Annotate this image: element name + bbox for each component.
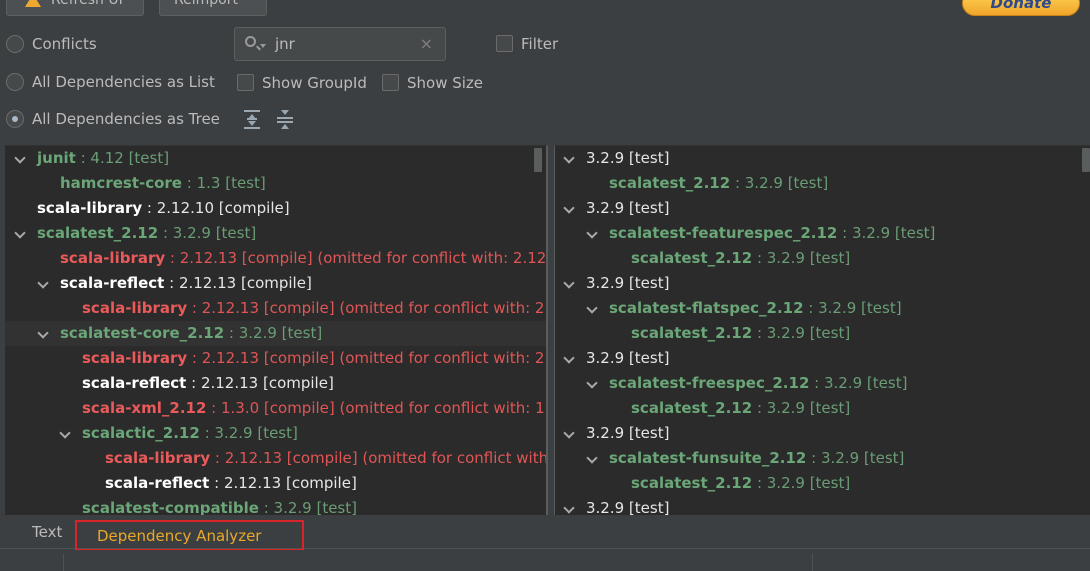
chevron-down-icon[interactable]	[563, 502, 575, 514]
all-dependencies-list-label[interactable]: All Dependencies as List	[32, 73, 215, 91]
chevron-down-icon[interactable]	[14, 227, 26, 239]
dependency-tree-left[interactable]: junit : 4.12 [test] hamcrest-core : 1.3 …	[5, 145, 548, 515]
refresh-ui-label: Refresh UI	[51, 0, 123, 8]
tree-row[interactable]: scala-reflect : 2.12.13 [compile]	[5, 271, 546, 296]
collapse-all-icon[interactable]	[276, 108, 294, 130]
tree-row[interactable]: scalatest_2.12 : 3.2.9 [test]	[555, 471, 1090, 496]
filter-label[interactable]: Filter	[521, 35, 558, 53]
chevron-down-icon[interactable]	[563, 277, 575, 289]
status-divider	[812, 554, 813, 571]
dependency-usages-right[interactable]: 3.2.9 [test] scalatest_2.12 : 3.2.9 [tes…	[554, 145, 1090, 515]
tree-row[interactable]: scalactic_2.12 : 3.2.9 [test]	[5, 421, 546, 446]
tree-row[interactable]: scalatest_2.12 : 3.2.9 [test]	[5, 221, 546, 246]
status-bar	[0, 550, 1090, 571]
filter-checkbox[interactable]	[496, 35, 513, 52]
tree-row[interactable]: scala-library : 2.12.13 [compile] (omitt…	[5, 346, 546, 371]
tree-row[interactable]: scalatest-flatspec_2.12 : 3.2.9 [test]	[555, 296, 1090, 321]
tree-row[interactable]: 3.2.9 [test]	[555, 421, 1090, 446]
tree-row[interactable]: hamcrest-core : 1.3 [test]	[5, 171, 546, 196]
chevron-down-icon[interactable]	[563, 202, 575, 214]
chevron-down-icon[interactable]	[586, 227, 598, 239]
tree-row[interactable]: scalatest_2.12 : 3.2.9 [test]	[555, 396, 1090, 421]
chevron-down-icon[interactable]	[37, 277, 49, 289]
all-dependencies-tree-radio[interactable]	[6, 110, 24, 128]
show-size-checkbox[interactable]	[382, 74, 399, 91]
tree-row[interactable]: 3.2.9 [test]	[555, 346, 1090, 371]
search-icon	[245, 36, 256, 47]
tree-row[interactable]: scalatest_2.12 : 3.2.9 [test]	[555, 171, 1090, 196]
expand-all-icon[interactable]	[243, 108, 261, 130]
show-size-label[interactable]: Show Size	[407, 74, 483, 92]
chevron-down-icon[interactable]	[59, 427, 71, 439]
chevron-down-icon[interactable]	[563, 152, 575, 164]
conflicts-label[interactable]: Conflicts	[32, 35, 97, 53]
tree-row[interactable]: scalatest-core_2.12 : 3.2.9 [test]	[5, 321, 546, 346]
refresh-ui-button[interactable]: Refresh UI	[6, 0, 144, 16]
chevron-down-icon[interactable]	[586, 302, 598, 314]
tree-row[interactable]: scalatest-compatible : 3.2.9 [test]	[5, 496, 546, 515]
tree-row[interactable]: scalatest-funsuite_2.12 : 3.2.9 [test]	[555, 446, 1090, 471]
tree-row[interactable]: scalatest-featurespec_2.12 : 3.2.9 [test…	[555, 221, 1090, 246]
tree-row[interactable]: 3.2.9 [test]	[555, 496, 1090, 515]
tree-row[interactable]: junit : 4.12 [test]	[5, 146, 546, 171]
chevron-down-icon[interactable]	[586, 452, 598, 464]
reimport-button[interactable]: Reimport	[159, 0, 267, 16]
warning-icon	[25, 0, 41, 7]
tree-row[interactable]: 3.2.9 [test]	[555, 196, 1090, 221]
chevron-down-icon[interactable]	[37, 327, 49, 339]
donate-button[interactable]: Donate	[962, 0, 1080, 16]
show-groupid-label[interactable]: Show GroupId	[262, 74, 367, 92]
tree-row[interactable]: scala-library : 2.12.13 [compile] (omitt…	[5, 446, 546, 471]
search-input[interactable]: jnr ×	[234, 27, 446, 61]
search-value: jnr	[275, 35, 295, 53]
conflicts-radio[interactable]	[6, 35, 24, 53]
all-dependencies-list-radio[interactable]	[6, 73, 24, 91]
tree-row[interactable]: scala-reflect : 2.12.13 [compile]	[5, 371, 546, 396]
tree-row[interactable]: scalatest_2.12 : 3.2.9 [test]	[555, 321, 1090, 346]
tree-row[interactable]: scala-library : 2.12.13 [compile] (omitt…	[5, 246, 546, 271]
chevron-down-icon[interactable]	[586, 377, 598, 389]
tree-row[interactable]: scala-library : 2.12.13 [compile] (omitt…	[5, 296, 546, 321]
all-dependencies-tree-label[interactable]: All Dependencies as Tree	[32, 110, 220, 128]
tree-row[interactable]: scala-xml_2.12 : 1.3.0 [compile] (omitte…	[5, 396, 546, 421]
tree-row[interactable]: scala-reflect : 2.12.13 [compile]	[5, 471, 546, 496]
editor-tab-bar: Text Dependency Analyzer	[0, 516, 1090, 551]
chevron-down-icon[interactable]	[563, 427, 575, 439]
search-history-chevron-icon[interactable]	[260, 44, 266, 48]
tree-row[interactable]: scalatest-freespec_2.12 : 3.2.9 [test]	[555, 371, 1090, 396]
status-divider	[63, 554, 64, 571]
show-groupid-checkbox[interactable]	[237, 74, 254, 91]
chevron-down-icon[interactable]	[14, 152, 26, 164]
scrollbar-thumb[interactable]	[534, 148, 542, 172]
tree-row[interactable]: scala-library : 2.12.10 [compile]	[5, 196, 546, 221]
clear-search-icon[interactable]: ×	[420, 34, 433, 53]
tab-text[interactable]: Text	[32, 516, 62, 549]
scrollbar-thumb[interactable]	[1082, 148, 1090, 172]
tree-row[interactable]: scalatest_2.12 : 3.2.9 [test]	[555, 246, 1090, 271]
chevron-down-icon[interactable]	[563, 352, 575, 364]
tree-row[interactable]: 3.2.9 [test]	[555, 271, 1090, 296]
tree-row[interactable]: 3.2.9 [test]	[555, 146, 1090, 171]
tab-dependency-analyzer[interactable]: Dependency Analyzer	[75, 520, 304, 551]
